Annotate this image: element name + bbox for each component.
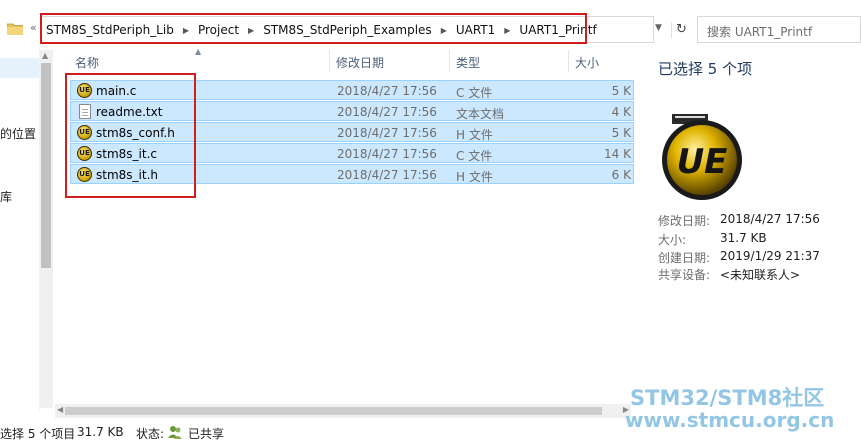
shared-users-icon [168,426,182,439]
file-date: 2018/4/27 17:56 [337,168,437,182]
folder-icon [7,23,23,35]
file-size: 4 K [611,105,631,119]
column-header-date[interactable]: 修改日期 [336,54,384,72]
scroll-left-icon[interactable]: ◀ [57,405,63,414]
file-size: 6 K [611,168,631,182]
nav-scroll-thumb[interactable] [41,63,51,268]
file-date: 2018/4/27 17:56 [337,105,437,119]
breadcrumb-separator-icon[interactable]: ▶ [504,26,510,35]
status-state-value: 已共享 [188,427,225,441]
column-header-size[interactable]: 大小 [575,54,599,72]
column-divider[interactable] [449,50,450,72]
watermark-line2: www.stmcu.org.cn [625,408,835,432]
file-row[interactable]: UE stm8s_it.h 2018/4/27 17:56 H 文件 6 K [70,164,634,184]
detail-created-value: 2019/1/29 21:37 [720,249,820,263]
breadcrumb-item[interactable]: STM8S_StdPeriph_Examples [263,23,432,37]
file-type: H 文件 [456,128,493,142]
breadcrumb-item[interactable]: UART1_Printf [519,23,596,37]
file-type: H 文件 [456,170,493,184]
breadcrumb-separator-icon[interactable]: ▶ [183,26,189,35]
nav-item-label[interactable]: 的位置 [0,125,36,142]
detail-size-value: 31.7 KB [720,231,767,245]
file-size: 14 K [604,147,631,161]
detail-size-label: 大小: [658,233,687,247]
horizontal-scroll-thumb[interactable] [65,407,602,415]
address-box[interactable]: STM8S_StdPeriph_Lib ▶ Project ▶ STM8S_St… [40,16,687,43]
ultraedit-icon: UE [77,83,92,98]
address-bar-row: « STM8S_StdPeriph_Lib ▶ Project ▶ STM8S_… [0,16,861,44]
breadcrumb: STM8S_StdPeriph_Lib ▶ Project ▶ STM8S_St… [46,23,597,37]
ue-logo-text: UE [677,142,728,182]
search-placeholder: 搜索 UART1_Printf [707,25,813,39]
file-row[interactable]: UE stm8s_conf.h 2018/4/27 17:56 H 文件 5 K [70,122,634,142]
horizontal-scrollbar[interactable]: ◀ ▶ [55,404,631,418]
detail-shared-label: 共享设备: [658,268,711,282]
breadcrumb-item[interactable]: Project [198,23,239,37]
ultraedit-icon: UE [77,125,92,140]
breadcrumb-separator-icon[interactable]: ▶ [248,26,254,35]
column-header-type[interactable]: 类型 [456,54,480,72]
detail-modified-label: 修改日期: [658,214,711,228]
detail-shared-value: <未知联系人> [720,268,801,282]
column-header-name[interactable]: 名称 [75,54,99,72]
history-chevron-icon[interactable]: « [30,21,37,34]
breadcrumb-separator-icon[interactable]: ▶ [441,26,447,35]
nav-selected-item[interactable] [0,58,40,78]
file-date: 2018/4/27 17:56 [337,126,437,140]
file-name: stm8s_conf.h [96,126,175,140]
file-name: readme.txt [96,105,163,119]
file-name: stm8s_it.h [96,168,158,182]
navigation-pane: 的位置 库 [0,48,40,410]
file-size: 5 K [611,126,631,140]
ultraedit-icon: UE [77,146,92,161]
status-state-label: 状态: [136,427,165,441]
refresh-icon[interactable]: ↻ [671,22,691,38]
status-selected-count: 选择 5 个项目 [0,427,76,441]
text-file-icon [79,104,91,119]
nav-scrollbar[interactable]: ▲ [39,50,53,408]
detail-modified-value: 2018/4/27 17:56 [720,212,820,226]
nav-item-label[interactable]: 库 [0,188,12,205]
status-size: 31.7 KB [77,425,124,439]
file-type: C 文件 [456,149,493,163]
file-size: 5 K [611,84,631,98]
scroll-up-icon[interactable]: ▲ [42,51,48,60]
file-type: 文本文档 [456,107,505,121]
ultraedit-icon: UE [77,167,92,182]
ultraedit-large-icon: UE [662,114,742,200]
file-name: stm8s_it.c [96,147,157,161]
file-name: main.c [96,84,137,98]
file-row[interactable]: readme.txt 2018/4/27 17:56 文本文档 4 K [70,101,634,121]
column-divider[interactable] [568,50,569,72]
sort-ascending-icon: ▲ [195,47,202,56]
file-row[interactable]: UE main.c 2018/4/27 17:56 C 文件 5 K [70,80,634,100]
address-dropdown-icon[interactable]: ▼ [655,23,662,33]
search-input[interactable]: 搜索 UART1_Printf [697,16,861,43]
breadcrumb-item[interactable]: UART1 [456,23,495,37]
column-divider[interactable] [329,50,330,72]
file-type: C 文件 [456,86,493,100]
file-date: 2018/4/27 17:56 [337,84,437,98]
detail-created-label: 创建日期: [658,251,711,265]
file-row[interactable]: UE stm8s_it.c 2018/4/27 17:56 C 文件 14 K [70,143,634,163]
details-title: 已选择 5 个项 [658,60,753,78]
breadcrumb-item[interactable]: STM8S_StdPeriph_Lib [46,23,174,37]
file-date: 2018/4/27 17:56 [337,147,437,161]
